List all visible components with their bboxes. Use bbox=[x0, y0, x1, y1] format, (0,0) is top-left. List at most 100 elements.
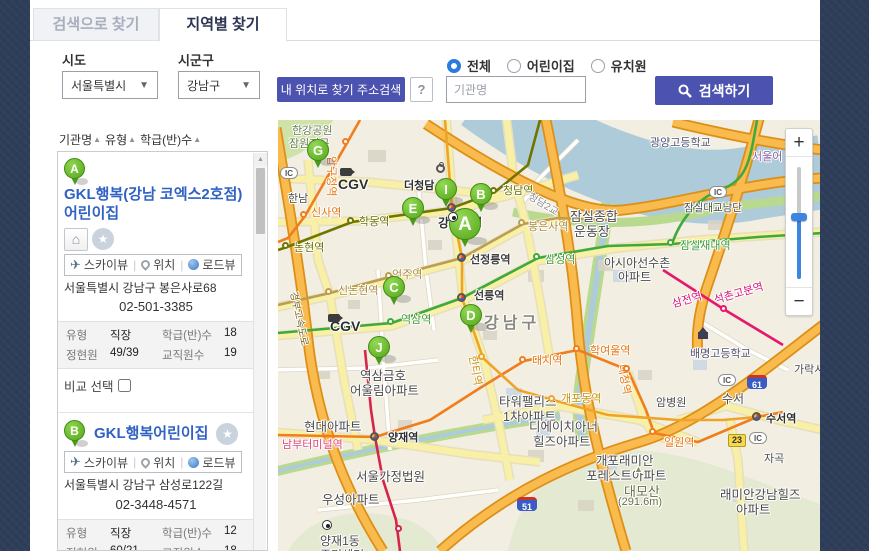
map-label: 남부터미널역 bbox=[282, 436, 343, 452]
tab-bar: 검색으로 찾기 지역별 찾기 bbox=[30, 8, 820, 41]
org-name-input[interactable] bbox=[446, 76, 586, 103]
favorite-star-icon[interactable]: ★ bbox=[92, 228, 114, 250]
list-item[interactable]: B GKL행복어린이집 ★ ✈스카이뷰 | 위치 | 로드뷰 서울특별시 강남구… bbox=[58, 416, 254, 551]
scroll-up-icon[interactable]: ▲ bbox=[254, 153, 267, 166]
tab-search[interactable]: 검색으로 찾기 bbox=[33, 8, 159, 41]
subway-station-icon bbox=[519, 356, 526, 363]
road-shield: 61 bbox=[747, 375, 767, 389]
map-marker-i[interactable]: I bbox=[435, 178, 457, 212]
map-label: 신사역 bbox=[311, 204, 341, 220]
map-canvas[interactable]: 한강공원잠원지구광양고등학교서울어한남압구정역신사역CGV더청담청담역청담2교강… bbox=[278, 120, 820, 551]
tab-region[interactable]: 지역별 찾기 bbox=[159, 8, 287, 42]
map-label: 강남구 bbox=[484, 309, 540, 333]
favorite-star-icon[interactable]: ★ bbox=[216, 423, 238, 445]
landmark-ring-icon bbox=[436, 164, 445, 173]
map-label: 잠실대교남단 bbox=[684, 200, 742, 215]
map-label: 역삼역 bbox=[401, 311, 431, 327]
radio-all-label[interactable]: 전체 bbox=[467, 56, 491, 75]
airplane-icon: ✈ bbox=[70, 257, 81, 273]
map-marker-c[interactable]: C bbox=[383, 276, 405, 310]
map-label: 자곡 bbox=[764, 450, 784, 466]
list-scrollbar[interactable]: ▲ bbox=[253, 153, 266, 551]
map-marker-j[interactable]: J bbox=[368, 336, 390, 370]
my-location-button[interactable]: 내 위치로 찾기 주소검색 bbox=[277, 77, 405, 102]
radio-kindergarten[interactable] bbox=[591, 59, 605, 73]
map-label: 가락시장 bbox=[794, 361, 820, 377]
list-item[interactable]: A GKL행복(강남 코엑스2호점)어린이집 ⌂ ★ ✈스카이뷰 | 위치 | … bbox=[58, 154, 254, 399]
chevron-down-icon: ▼ bbox=[139, 80, 149, 91]
school-icon bbox=[698, 332, 708, 339]
search-button[interactable]: 검색하기 bbox=[655, 76, 773, 105]
map-label: 우성아파트 bbox=[322, 489, 380, 508]
subway-station-icon bbox=[342, 138, 349, 145]
map-label: 아파트 bbox=[736, 499, 771, 518]
radio-all[interactable] bbox=[447, 59, 461, 73]
sort-by-class-count[interactable]: 학급(반)수▲ bbox=[140, 131, 201, 148]
map-label: 양재역 bbox=[388, 429, 418, 445]
map-label: 논현역 bbox=[294, 239, 324, 255]
location-pin-icon bbox=[139, 456, 152, 469]
roadview-icon bbox=[188, 457, 199, 468]
zoom-out-button[interactable]: − bbox=[786, 287, 812, 315]
location-button[interactable]: 위치 bbox=[141, 454, 175, 471]
marker-a-icon: A bbox=[64, 158, 86, 186]
map-label: 운동장 bbox=[574, 221, 610, 240]
subway-station-icon bbox=[649, 428, 656, 435]
airplane-icon: ✈ bbox=[70, 454, 81, 470]
zoom-slider-handle[interactable] bbox=[791, 213, 807, 221]
sort-by-name[interactable]: 기관명▲ bbox=[59, 131, 101, 148]
government-office-icon bbox=[448, 212, 458, 222]
home-icon[interactable]: ⌂ bbox=[64, 228, 88, 251]
map-marker-g[interactable]: G bbox=[307, 139, 329, 173]
interchange-badge: IC bbox=[718, 374, 736, 386]
map-label: 대치역 bbox=[532, 352, 562, 368]
radio-daycare-label[interactable]: 어린이집 bbox=[527, 56, 575, 75]
map-label: 서울어 bbox=[752, 148, 782, 164]
map-label: 학동역 bbox=[359, 213, 389, 229]
roadview-icon bbox=[188, 259, 199, 270]
sigungu-label: 시군구 bbox=[178, 50, 214, 69]
map-label: 봉은사역 bbox=[528, 218, 568, 234]
scrollbar-thumb[interactable] bbox=[256, 168, 265, 234]
view-buttons: ✈스카이뷰 | 위치 | 로드뷰 bbox=[64, 451, 242, 473]
item-title[interactable]: GKL행복어린이집 bbox=[94, 425, 208, 444]
search-icon bbox=[678, 84, 692, 98]
radio-daycare[interactable] bbox=[507, 59, 521, 73]
compare-label: 비교 선택 bbox=[64, 376, 113, 395]
map-label: 잠실새내역 bbox=[680, 237, 731, 253]
map-marker-b[interactable]: B bbox=[470, 183, 492, 217]
sort-by-type[interactable]: 유형▲ bbox=[105, 131, 136, 148]
roadview-button[interactable]: 로드뷰 bbox=[188, 256, 235, 273]
roadview-button[interactable]: 로드뷰 bbox=[188, 454, 235, 471]
skyview-button[interactable]: ✈스카이뷰 bbox=[70, 454, 128, 471]
map-zoom-control: + − bbox=[785, 128, 813, 316]
sigungu-select[interactable]: 강남구▼ bbox=[178, 71, 260, 99]
location-pin-icon bbox=[139, 258, 152, 271]
map-label: 서울가정법원 bbox=[356, 466, 425, 485]
zoom-in-button[interactable]: + bbox=[786, 129, 812, 157]
map-label: 일원역 bbox=[664, 434, 694, 450]
map-label: 선정릉역 bbox=[470, 251, 510, 267]
sido-select[interactable]: 서울특별시▼ bbox=[62, 71, 158, 99]
sort-header-row: 기관명▲ 유형▲ 학급(반)수▲ bbox=[57, 127, 268, 151]
map-label: 수서역 bbox=[766, 410, 796, 426]
item-title[interactable]: GKL행복(강남 코엑스2호점)어린이집 bbox=[64, 186, 248, 224]
map-label: CGV bbox=[338, 176, 368, 192]
subway-station-icon bbox=[667, 239, 674, 246]
compare-checkbox[interactable] bbox=[118, 379, 131, 392]
map-label: 개포동역 bbox=[561, 390, 601, 406]
skyview-button[interactable]: ✈스카이뷰 bbox=[70, 256, 128, 273]
interchange-badge: IC bbox=[709, 186, 727, 198]
item-phone: 02-3448-4571 bbox=[64, 497, 248, 512]
map-label: 석촌고분역 bbox=[712, 278, 765, 307]
help-button[interactable]: ? bbox=[410, 77, 433, 102]
map-label: 더청담 bbox=[404, 177, 434, 193]
subway-station-icon bbox=[573, 345, 580, 352]
map-marker-e[interactable]: E bbox=[402, 197, 424, 231]
subway-station-icon bbox=[282, 242, 289, 249]
map-marker-d[interactable]: D bbox=[460, 304, 482, 338]
location-button[interactable]: 위치 bbox=[141, 256, 175, 273]
sort-arrow-icon: ▲ bbox=[193, 135, 201, 144]
item-phone: 02-501-3385 bbox=[64, 299, 248, 314]
radio-kindergarten-label[interactable]: 유치원 bbox=[611, 56, 647, 75]
